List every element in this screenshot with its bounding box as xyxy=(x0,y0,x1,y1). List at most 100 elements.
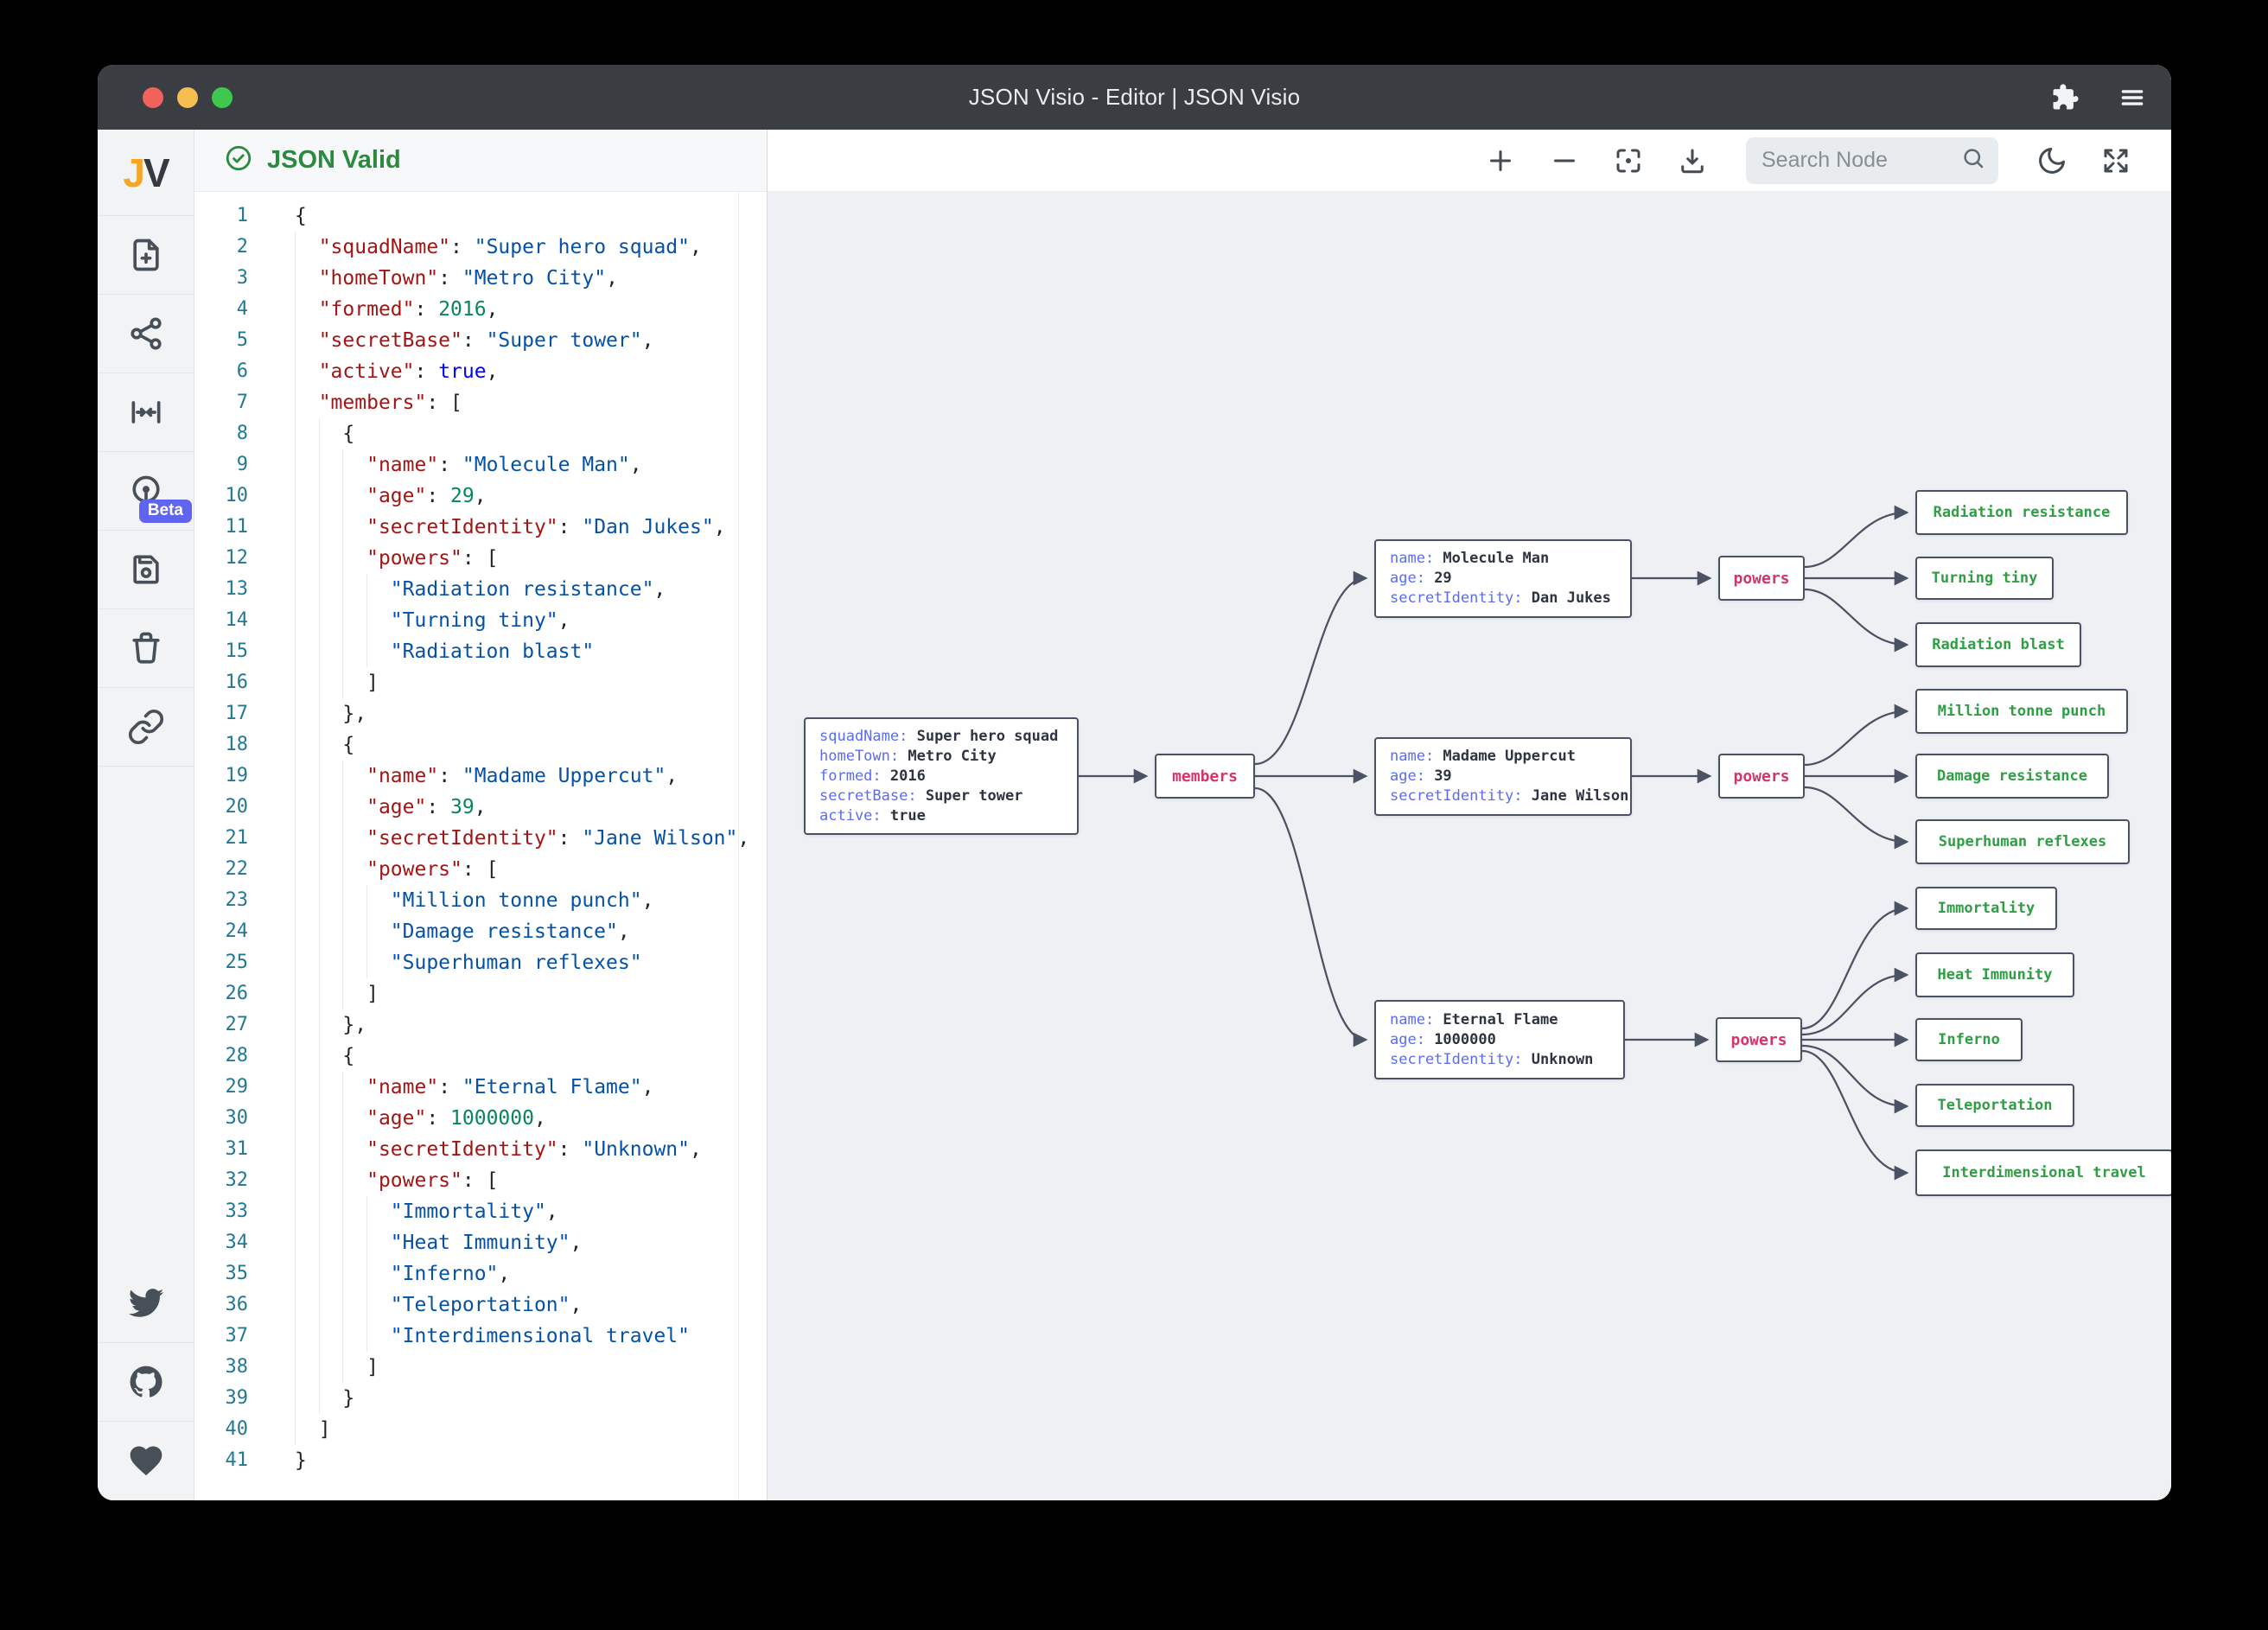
graph-node-leaf-superhuman-reflexes[interactable]: Superhuman reflexes xyxy=(1915,819,2130,864)
indent-guide xyxy=(295,947,296,978)
node-label: Teleportation xyxy=(1937,1097,2052,1114)
search-node-input[interactable] xyxy=(1762,148,1960,173)
indent-guide xyxy=(295,1134,296,1165)
sidebar-item-new-document[interactable] xyxy=(98,216,194,295)
graph-node-root[interactable]: squadName: Super hero squadhomeTown: Met… xyxy=(804,717,1079,835)
sidebar-item-center-view[interactable] xyxy=(98,373,194,452)
indent-guide xyxy=(319,698,320,729)
line-number: 4 xyxy=(194,294,277,325)
code-line: 38 ] xyxy=(194,1352,767,1383)
sidebar-item-github[interactable] xyxy=(98,1343,194,1422)
code-line: 8 { xyxy=(194,418,767,449)
graph-node-powers-3[interactable]: powers xyxy=(1716,1017,1802,1062)
indent-guide xyxy=(295,1227,296,1258)
indent-guide xyxy=(342,1196,343,1227)
code-line: 37 "Interdimensional travel" xyxy=(194,1321,767,1352)
search-icon[interactable] xyxy=(1960,145,1986,175)
indent-guide xyxy=(295,698,296,729)
graph-node-leaf-heat-immunity[interactable]: Heat Immunity xyxy=(1915,952,2074,997)
node-value: Dan Jukes xyxy=(1532,589,1611,607)
node-value: Madame Uppercut xyxy=(1443,748,1576,765)
fullscreen-icon xyxy=(2100,145,2131,176)
node-value: Eternal Flame xyxy=(1443,1011,1558,1028)
line-number: 31 xyxy=(194,1134,277,1165)
node-key: secretIdentity: xyxy=(1390,589,1532,607)
center-focus-button[interactable] xyxy=(1613,145,1644,176)
indent-guide xyxy=(295,792,296,823)
graph-node-leaf-turning-tiny[interactable]: Turning tiny xyxy=(1915,557,2054,600)
graph-node-leaf-interdimensional-travel[interactable]: Interdimensional travel xyxy=(1915,1149,2171,1196)
app-logo[interactable]: JV xyxy=(98,130,194,216)
indent-guide xyxy=(319,512,320,543)
extension-icon[interactable] xyxy=(2050,83,2080,112)
line-number: 3 xyxy=(194,263,277,294)
link-icon xyxy=(127,708,165,746)
graph-node-member-1[interactable]: name: Molecule Manage: 29secretIdentity:… xyxy=(1374,539,1632,618)
check-circle-icon xyxy=(224,143,253,177)
beta-badge: Beta xyxy=(139,500,192,523)
sidebar: JV Beta xyxy=(98,130,194,1500)
indent-guide xyxy=(319,1134,320,1165)
indent-guide xyxy=(295,325,296,356)
graph-node-leaf-radiation-resistance[interactable]: Radiation resistance xyxy=(1915,490,2128,535)
code-line: 41} xyxy=(194,1445,767,1476)
zoom-in-button[interactable] xyxy=(1485,145,1516,176)
code-line: 25 "Superhuman reflexes" xyxy=(194,947,767,978)
graph-node-leaf-damage-resistance[interactable]: Damage resistance xyxy=(1915,754,2109,799)
sidebar-item-delete[interactable] xyxy=(98,609,194,688)
indent-guide xyxy=(342,978,343,1009)
graph-layer: squadName: Super hero squadhomeTown: Met… xyxy=(768,130,2171,1500)
graph-edge xyxy=(1805,513,1907,567)
graph-node-powers-1[interactable]: powers xyxy=(1718,556,1805,601)
sidebar-item-live-transform[interactable]: Beta xyxy=(98,452,194,531)
graph-canvas[interactable]: squadName: Super hero squadhomeTown: Met… xyxy=(768,130,2171,1500)
sidebar-item-sponsor[interactable] xyxy=(98,1422,194,1500)
indent-guide xyxy=(319,854,320,885)
indent-guide xyxy=(295,916,296,947)
zoom-out-button[interactable] xyxy=(1549,145,1580,176)
canvas-toolbar xyxy=(768,130,2171,192)
indent-guide xyxy=(295,1414,296,1445)
indent-guide xyxy=(342,636,343,667)
code-line: 23 "Million tonne punch", xyxy=(194,885,767,916)
sidebar-item-save[interactable] xyxy=(98,531,194,609)
indent-guide xyxy=(342,947,343,978)
code-editor[interactable]: 1{2 "squadName": "Super hero squad",3 "h… xyxy=(194,192,767,1500)
graph-node-member-2[interactable]: name: Madame Uppercutage: 39secretIdenti… xyxy=(1374,737,1632,816)
indent-guide xyxy=(295,1072,296,1103)
indent-guide xyxy=(295,356,296,387)
indent-guide xyxy=(295,667,296,698)
graph-node-member-3[interactable]: name: Eternal Flameage: 1000000secretIde… xyxy=(1374,1000,1625,1079)
code-line: 40 ] xyxy=(194,1414,767,1445)
sidebar-item-share-link[interactable] xyxy=(98,688,194,767)
graph-node-leaf-immortality[interactable]: Immortality xyxy=(1915,887,2057,930)
sidebar-item-twitter[interactable] xyxy=(98,1264,194,1343)
indent-guide xyxy=(319,1009,320,1041)
graph-node-leaf-inferno[interactable]: Inferno xyxy=(1915,1018,2023,1061)
code-line: 18 { xyxy=(194,729,767,761)
line-number: 22 xyxy=(194,854,277,885)
graph-node-leaf-radiation-blast[interactable]: Radiation blast xyxy=(1915,622,2081,667)
titlebar: JSON Visio - Editor | JSON Visio xyxy=(98,65,2171,130)
sidebar-item-visualize[interactable] xyxy=(98,295,194,373)
graph-node-powers-2[interactable]: powers xyxy=(1718,754,1805,799)
collapse-icon xyxy=(127,393,165,431)
graph-node-members[interactable]: members xyxy=(1155,754,1255,799)
indent-guide xyxy=(319,1041,320,1072)
fullscreen-button[interactable] xyxy=(2100,145,2131,176)
download-button[interactable] xyxy=(1677,145,1708,176)
download-icon xyxy=(1677,145,1708,176)
graph-node-leaf-million-tonne-punch[interactable]: Million tonne punch xyxy=(1915,689,2128,734)
node-key: squadName: xyxy=(819,728,917,745)
graph-node-leaf-teleportation[interactable]: Teleportation xyxy=(1915,1084,2074,1127)
indent-guide xyxy=(366,1196,367,1227)
center-focus-icon xyxy=(1613,145,1644,176)
menu-icon[interactable] xyxy=(2118,83,2147,112)
indent-guide xyxy=(295,1009,296,1041)
line-number: 35 xyxy=(194,1258,277,1289)
dark-mode-button[interactable] xyxy=(2036,145,2067,176)
zoom-in-icon xyxy=(1485,145,1516,176)
node-value: 2016 xyxy=(890,767,926,785)
indent-guide xyxy=(319,636,320,667)
node-label: Immortality xyxy=(1938,900,2035,917)
